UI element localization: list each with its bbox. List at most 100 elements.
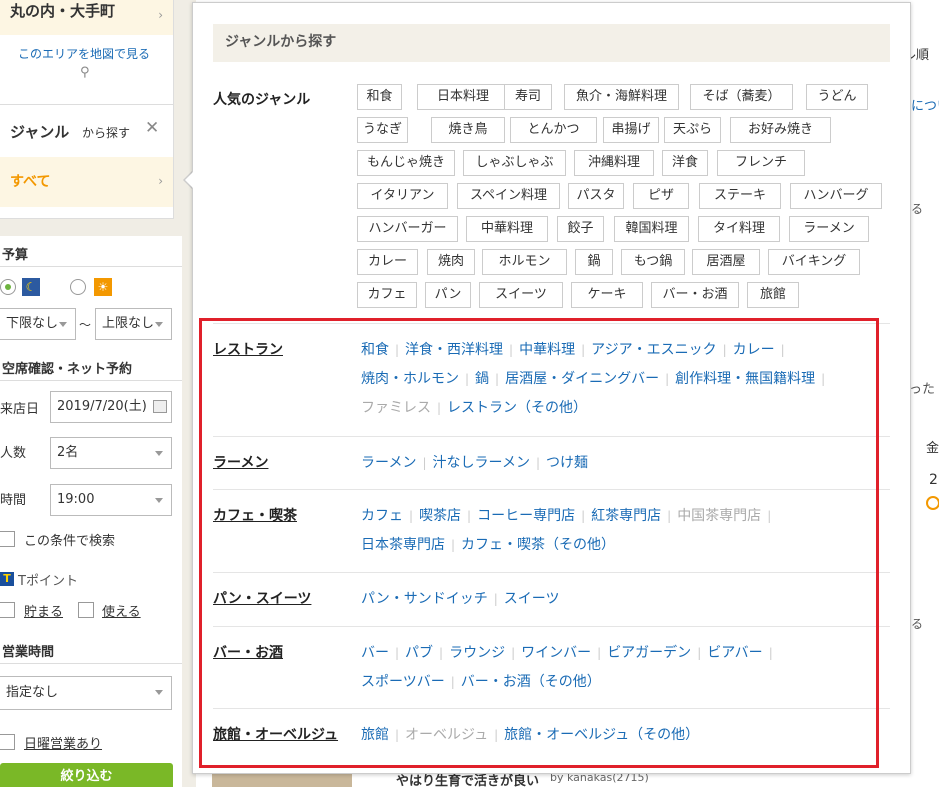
popup-header: ジャンルから探す bbox=[213, 24, 890, 62]
genre-value-row[interactable]: すべて › bbox=[0, 157, 173, 207]
text-fragment: った bbox=[909, 382, 936, 397]
genre-tag[interactable]: もんじゃ焼き bbox=[357, 150, 455, 176]
genre-tag[interactable]: 中華料理 bbox=[466, 216, 548, 242]
hours-select[interactable]: 指定なし bbox=[0, 676, 172, 710]
people-select[interactable]: 2名 bbox=[50, 437, 172, 469]
genre-tag[interactable]: ホルモン bbox=[482, 249, 567, 275]
budget-min-value: 下限なし bbox=[6, 316, 59, 331]
calendar-icon[interactable] bbox=[153, 400, 167, 413]
review-thumbnails[interactable] bbox=[212, 772, 352, 787]
radio-night[interactable] bbox=[0, 279, 16, 295]
filter-button-label: 絞り込む bbox=[60, 769, 113, 784]
genre-tag[interactable]: 餃子 bbox=[557, 216, 604, 242]
genre-tag[interactable]: フレンチ bbox=[717, 150, 805, 176]
sunday-open-checkbox[interactable] bbox=[0, 734, 15, 750]
genre-tag[interactable]: 日本料理 bbox=[417, 84, 509, 110]
rating-fragment: 2. bbox=[929, 472, 939, 488]
search-condition-checkbox[interactable] bbox=[0, 531, 15, 547]
genre-tag[interactable]: 焼肉 bbox=[427, 249, 475, 275]
genre-tag[interactable]: しゃぶしゃぶ bbox=[463, 150, 566, 176]
genre-tag[interactable]: 沖縄料理 bbox=[574, 150, 654, 176]
chevron-right-icon: › bbox=[158, 8, 163, 22]
caret-down-icon bbox=[155, 690, 163, 695]
chevron-right-icon: › bbox=[158, 174, 163, 188]
link-fragment[interactable]: につい bbox=[911, 95, 939, 114]
genre-tag[interactable]: パスタ bbox=[568, 183, 624, 209]
reserve-label: 空席確認・ネット予約 bbox=[2, 362, 133, 377]
genre-tag[interactable]: ハンバーグ bbox=[790, 183, 882, 209]
highlight-box bbox=[199, 318, 879, 768]
genre-tag[interactable]: 焼き鳥 bbox=[431, 117, 505, 143]
area-title: 丸の内・大手町 bbox=[10, 2, 116, 20]
genre-tag[interactable]: スイーツ bbox=[479, 282, 563, 308]
genre-tag[interactable]: タイ料理 bbox=[698, 216, 780, 242]
popup-pointer-inner bbox=[185, 171, 194, 189]
sun-icon: ☀ bbox=[94, 278, 112, 296]
genre-tag[interactable]: 洋食 bbox=[662, 150, 708, 176]
genre-tag[interactable]: 魚介・海鮮料理 bbox=[564, 84, 679, 110]
date-input[interactable]: 2019/7/20(土) bbox=[50, 391, 172, 423]
genre-tag[interactable]: もつ鍋 bbox=[621, 249, 685, 275]
hours-label: 営業時間 bbox=[2, 645, 55, 660]
genre-tag[interactable]: うどん bbox=[806, 84, 868, 110]
genre-tag[interactable]: パン bbox=[425, 282, 471, 308]
genre-tag[interactable]: 天ぷら bbox=[664, 117, 721, 143]
radio-day[interactable] bbox=[70, 279, 86, 295]
filter-panel: 予算 ☾ ☀ 下限なし 〜 上限なし 空席確認・ネット予約 来店日 2019/7… bbox=[0, 236, 182, 787]
genre-tag[interactable]: 和食 bbox=[357, 84, 402, 110]
divider bbox=[0, 266, 182, 267]
budget-max-select[interactable]: 上限なし bbox=[95, 308, 172, 340]
genre-tag[interactable]: バイキング bbox=[768, 249, 860, 275]
people-value: 2名 bbox=[57, 445, 79, 460]
tpoint-use-checkbox[interactable] bbox=[78, 602, 94, 618]
rating-circle-icon bbox=[926, 496, 939, 510]
tpoint-save-checkbox[interactable] bbox=[0, 602, 15, 618]
genre-tag[interactable]: お好み焼き bbox=[730, 117, 831, 143]
genre-tag[interactable]: 旅館 bbox=[747, 282, 799, 308]
budget-label: 予算 bbox=[2, 248, 29, 263]
sunday-open-label[interactable]: 日曜営業あり bbox=[24, 733, 102, 752]
genre-tag[interactable]: 居酒屋 bbox=[692, 249, 760, 275]
genre-suffix: から探す bbox=[82, 126, 131, 140]
tpoint-save-label[interactable]: 貯まる bbox=[24, 601, 63, 620]
budget-min-select[interactable]: 下限なし bbox=[0, 308, 76, 340]
genre-tag[interactable]: ハンバーガー bbox=[357, 216, 458, 242]
genre-tag[interactable]: とんかつ bbox=[510, 117, 597, 143]
time-select[interactable]: 19:00 bbox=[50, 484, 172, 516]
genre-tag[interactable]: ピザ bbox=[633, 183, 689, 209]
genre-tag[interactable]: うなぎ bbox=[357, 117, 408, 143]
genre-tag[interactable]: カレー bbox=[357, 249, 418, 275]
caret-down-icon bbox=[155, 498, 163, 503]
genre-row[interactable]: ジャンル から探す ✕ bbox=[0, 105, 173, 157]
genre-tag[interactable]: バー・お酒 bbox=[651, 282, 739, 308]
area-row[interactable]: 丸の内・大手町 › bbox=[0, 0, 173, 35]
map-link[interactable]: このエリアを地図で見る bbox=[18, 45, 150, 62]
search-condition-label: この条件で検索 bbox=[24, 534, 116, 549]
genre-tag[interactable]: 韓国料理 bbox=[614, 216, 689, 242]
genre-tag[interactable]: 寿司 bbox=[504, 84, 552, 110]
tpoint-use-label[interactable]: 使える bbox=[102, 601, 141, 620]
genre-tag[interactable]: カフェ bbox=[357, 282, 417, 308]
date-value: 2019/7/20(土) bbox=[57, 399, 147, 414]
genre-title: ジャンル bbox=[10, 123, 70, 141]
genre-tag[interactable]: 串揚げ bbox=[603, 117, 659, 143]
genre-tag[interactable]: 鍋 bbox=[575, 249, 613, 275]
time-value: 19:00 bbox=[57, 492, 95, 507]
genre-tag[interactable]: ケーキ bbox=[571, 282, 643, 308]
caret-down-icon bbox=[59, 322, 67, 327]
genre-tag[interactable]: ラーメン bbox=[789, 216, 869, 242]
text-fragment: る bbox=[911, 617, 924, 631]
close-icon[interactable]: ✕ bbox=[145, 118, 159, 138]
map-pin-icon: ⚲ bbox=[80, 65, 90, 80]
date-label: 来店日 bbox=[0, 402, 40, 417]
popular-genre-label: 人気のジャンル bbox=[213, 92, 311, 108]
moon-icon: ☾ bbox=[22, 278, 40, 296]
filter-button[interactable]: 絞り込む bbox=[0, 763, 173, 787]
genre-tag[interactable]: そば（蕎麦） bbox=[690, 84, 793, 110]
genre-tag[interactable]: ステーキ bbox=[699, 183, 781, 209]
caret-down-icon bbox=[155, 451, 163, 456]
genre-tag[interactable]: イタリアン bbox=[357, 183, 448, 209]
genre-tag[interactable]: スペイン料理 bbox=[457, 183, 560, 209]
text-fragment: る bbox=[911, 202, 924, 216]
tpoint-label: Tポイント bbox=[18, 574, 78, 589]
